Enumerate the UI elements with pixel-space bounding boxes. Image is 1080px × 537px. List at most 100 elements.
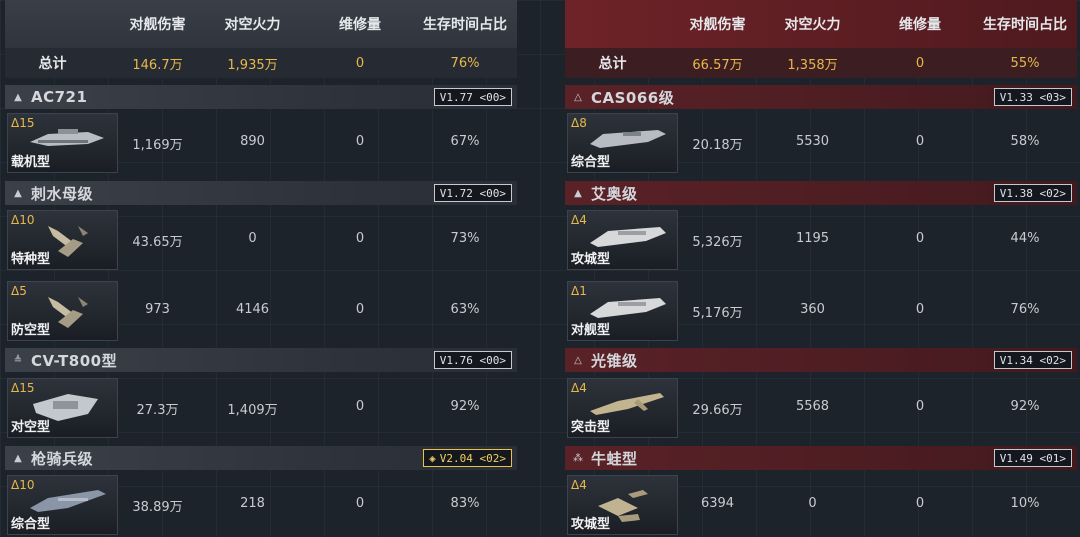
group-header[interactable]: ▲ 枪骑兵级 ◈ V2.04 <02>: [5, 446, 517, 470]
ship-antiair: 890: [240, 134, 265, 149]
version-badge: V1.34 <02>: [993, 351, 1072, 369]
ship-type: 载机型: [11, 155, 51, 170]
ship-damage: 38.89万: [132, 500, 183, 515]
ship-row[interactable]: Δ10 特种型 43.65万 0 0 73%: [5, 210, 517, 270]
destroyer-class-icon: △: [574, 354, 582, 366]
ship-card[interactable]: Δ4 突击型: [567, 378, 678, 438]
ship-antiair: 1,409万: [227, 403, 278, 418]
ship-type: 综合型: [571, 155, 611, 170]
totals-label: 总计: [38, 56, 67, 72]
ship-repair: 0: [355, 496, 365, 511]
group-header[interactable]: △ CAS066级 V1.33 <03>: [565, 85, 1077, 109]
ship-row[interactable]: Δ5 防空型 973 4146 0 63%: [5, 281, 517, 341]
battlecruiser-class-icon: ▲: [574, 187, 582, 199]
ship-type: 攻城型: [571, 252, 611, 267]
ship-survival: 63%: [450, 302, 480, 317]
ship-level: Δ5: [11, 284, 27, 298]
ship-row[interactable]: Δ15 载机型 1,169万 890 0 67%: [5, 113, 517, 173]
ship-card[interactable]: Δ15 对空型: [7, 378, 118, 438]
group-header[interactable]: ▲ 艾奥级 V1.38 <02>: [565, 181, 1077, 205]
ship-type: 防空型: [11, 323, 51, 338]
ship-card[interactable]: Δ10 特种型: [7, 210, 118, 270]
totals-row: 总计 66.57万 1,358万 0 55%: [565, 48, 1077, 78]
diamond-icon: ◈: [429, 451, 436, 465]
version-badge: V1.72 <00>: [433, 184, 512, 202]
group-header[interactable]: △ 光锥级 V1.34 <02>: [565, 348, 1077, 372]
ship-icon: [30, 129, 104, 146]
version-badge: V1.77 <00>: [433, 88, 512, 106]
version-badge-gold: ◈ V2.04 <02>: [423, 449, 512, 467]
header-damage: 对舰伤害: [689, 17, 746, 33]
ship-survival: 76%: [1010, 302, 1040, 317]
ship-survival: 58%: [1010, 134, 1040, 149]
ship-damage: 20.18万: [692, 138, 743, 153]
header-repair: 维修量: [899, 17, 941, 33]
ship-antiair: 0: [248, 231, 257, 246]
ship-row[interactable]: Δ4 攻城型 6394 0 0 10%: [565, 475, 1077, 535]
ship-level: Δ4: [571, 478, 587, 492]
group-header[interactable]: ▲ AC721 V1.77 <00>: [5, 85, 517, 109]
ship-repair: 0: [355, 302, 365, 317]
ship-antiair: 218: [240, 496, 265, 511]
carrier-class-icon: ▲: [14, 91, 22, 103]
group-name: AC721: [31, 88, 88, 106]
version-badge: V1.38 <02>: [993, 184, 1072, 202]
ship-card[interactable]: Δ8 综合型: [567, 113, 678, 173]
ship-antiair: 5530: [795, 134, 830, 149]
ship-card[interactable]: Δ4 攻城型: [567, 210, 678, 270]
ship-row[interactable]: Δ15 对空型 27.3万 1,409万 0 92%: [5, 378, 517, 438]
ship-level: Δ4: [571, 213, 587, 227]
ship-damage: 1,169万: [132, 138, 183, 153]
totals-row: 总计 146.7万 1,935万 0 76%: [5, 48, 517, 78]
ship-row[interactable]: Δ1 对舰型 5,176万 360 0 76%: [565, 281, 1077, 341]
ship-type: 特种型: [11, 252, 51, 267]
group-name: 牛蛙型: [591, 449, 638, 468]
ship-damage: 43.65万: [132, 235, 183, 250]
header-damage: 对舰伤害: [129, 17, 186, 33]
ship-survival: 44%: [1010, 231, 1040, 246]
group-header[interactable]: ⁂ 牛蛙型 V1.49 <01>: [565, 446, 1077, 470]
ship-repair: 0: [915, 399, 925, 414]
group-header[interactable]: ▲ 刺水母级 V1.72 <00>: [5, 181, 517, 205]
ship-repair: 0: [915, 231, 925, 246]
ship-card[interactable]: Δ10 综合型: [7, 475, 118, 535]
ship-type: 突击型: [571, 420, 611, 435]
ship-repair: 0: [915, 134, 925, 149]
group-name: CAS066级: [591, 88, 675, 107]
version-badge: V1.76 <00>: [433, 351, 512, 369]
header-survival: 生存时间占比: [423, 17, 507, 33]
ship-repair: 0: [355, 134, 365, 149]
cruiser-class-icon: ▲: [14, 452, 22, 464]
group-name: 光锥级: [591, 351, 638, 370]
ship-antiair: 360: [800, 302, 825, 317]
ship-survival: 92%: [1010, 399, 1040, 414]
frigate-class-icon: ≜: [13, 354, 23, 366]
cruiser-class-icon: △: [574, 91, 582, 103]
ship-row[interactable]: Δ4 攻城型 5,326万 1195 0 44%: [565, 210, 1077, 270]
ship-card[interactable]: Δ1 对舰型: [567, 281, 678, 341]
group-header[interactable]: ≜ CV-T800型 V1.76 <00>: [5, 348, 517, 372]
ship-antiair: 0: [808, 496, 817, 511]
ship-type: 综合型: [11, 517, 51, 532]
ship-icon: [590, 298, 666, 318]
column-header: 对舰伤害 对空火力 维修量 生存时间占比: [565, 0, 1077, 48]
ship-icon: [590, 227, 666, 247]
ship-icon: [30, 490, 106, 512]
group-name: CV-T800型: [31, 351, 118, 370]
ship-antiair: 5568: [795, 399, 830, 414]
ship-type: 攻城型: [571, 517, 611, 532]
ship-row[interactable]: Δ4 突击型 29.66万 5568 0 92%: [565, 378, 1077, 438]
totals-survival: 55%: [1010, 55, 1040, 71]
version-badge: V1.49 <01>: [993, 449, 1072, 467]
totals-damage: 66.57万: [692, 57, 743, 73]
ship-row[interactable]: Δ8 综合型 20.18万 5530 0 58%: [565, 113, 1077, 173]
ship-card[interactable]: Δ4 攻城型: [567, 475, 678, 535]
ship-icon: [590, 130, 666, 148]
ship-card[interactable]: Δ5 防空型: [7, 281, 118, 341]
group-name: 刺水母级: [31, 184, 94, 203]
ship-row[interactable]: Δ10 综合型 38.89万 218 0 83%: [5, 475, 517, 535]
ship-survival: 10%: [1010, 496, 1040, 511]
ship-antiair: 4146: [235, 302, 270, 317]
ship-card[interactable]: Δ15 载机型: [7, 113, 118, 173]
ship-repair: 0: [915, 302, 925, 317]
